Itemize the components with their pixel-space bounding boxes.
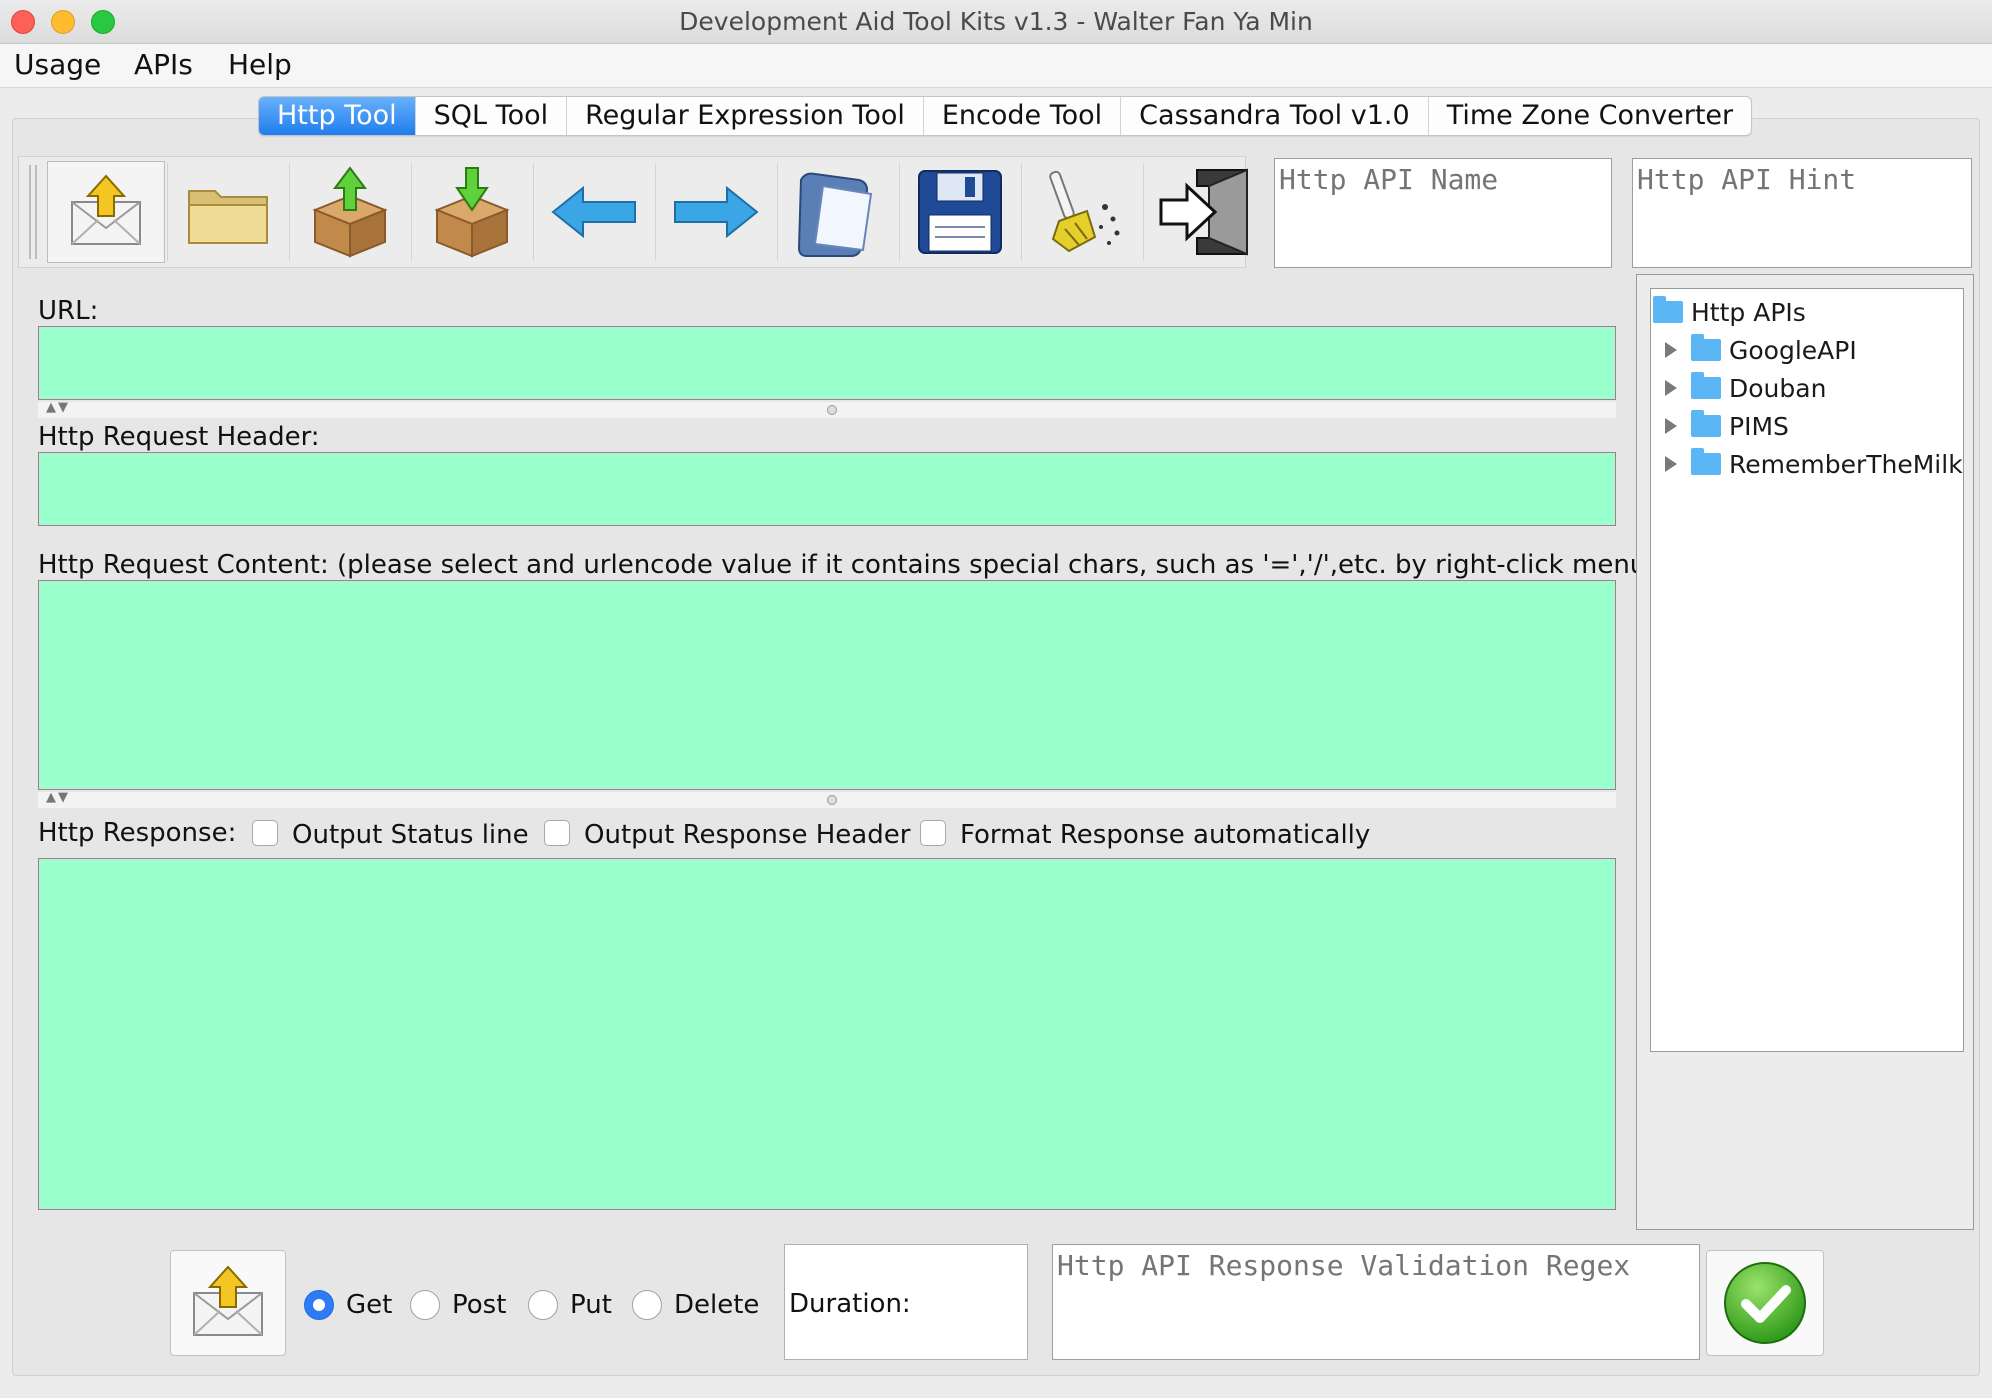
send-request-button[interactable] — [47, 161, 165, 263]
expand-triangle-icon[interactable] — [1665, 342, 1677, 358]
tab-encode-tool[interactable]: Encode Tool — [924, 97, 1122, 135]
expand-triangle-icon[interactable] — [1665, 456, 1677, 472]
method-delete-radio[interactable] — [632, 1290, 662, 1320]
download-box-icon — [434, 167, 510, 258]
send-button[interactable] — [170, 1250, 286, 1356]
format-response-label: Format Response automatically — [960, 820, 1371, 850]
method-post-label: Post — [452, 1290, 507, 1320]
request-header-input[interactable] — [38, 452, 1616, 526]
method-put-label: Put — [570, 1290, 612, 1320]
exit-door-icon — [1159, 168, 1248, 256]
open-folder-button[interactable] — [169, 161, 287, 263]
folder-icon — [1691, 448, 1721, 475]
menu-apis[interactable]: APIs — [134, 48, 193, 81]
folder-icon — [1691, 372, 1721, 399]
url-label: URL: — [38, 296, 99, 326]
back-button[interactable] — [535, 161, 653, 263]
forward-button[interactable] — [657, 161, 775, 263]
tab-regex-tool[interactable]: Regular Expression Tool — [567, 97, 924, 135]
response-label: Http Response: — [38, 818, 237, 848]
toolbar-grip[interactable] — [29, 165, 37, 259]
api-hint-input[interactable] — [1632, 158, 1972, 268]
validate-button[interactable] — [1706, 1250, 1824, 1356]
menu-help[interactable]: Help — [228, 48, 292, 81]
window-title: Development Aid Tool Kits v1.3 - Walter … — [679, 7, 1313, 36]
menu-bar: Usage APIs Help — [0, 44, 1992, 88]
send-mail-icon — [71, 174, 141, 245]
tree-item-pims[interactable]: PIMS — [1653, 407, 1963, 445]
check-icon — [1724, 1262, 1806, 1344]
request-content-input[interactable] — [38, 580, 1616, 790]
tree-item-label: Douban — [1729, 373, 1827, 403]
method-delete-label: Delete — [674, 1290, 760, 1320]
save-button[interactable] — [901, 161, 1019, 263]
tree-item-label: GoogleAPI — [1729, 335, 1857, 365]
validation-regex-input[interactable] — [1052, 1244, 1700, 1360]
tree-item-googleapi[interactable]: GoogleAPI — [1653, 331, 1963, 369]
save-disk-icon — [918, 170, 1002, 254]
output-status-line-checkbox[interactable] — [252, 820, 278, 846]
duration-box: Duration: — [784, 1244, 1028, 1360]
request-header-label: Http Request Header: — [38, 422, 320, 452]
method-post-radio[interactable] — [410, 1290, 440, 1320]
title-bar: Development Aid Tool Kits v1.3 - Walter … — [0, 0, 1992, 44]
method-get-radio[interactable] — [304, 1290, 334, 1320]
forward-arrow-icon — [674, 185, 759, 239]
tab-time-zone-converter[interactable]: Time Zone Converter — [1429, 97, 1751, 135]
folder-icon — [1691, 334, 1721, 361]
send-mail-icon — [193, 1265, 263, 1336]
open-file-icon — [797, 172, 873, 257]
folder-icon — [1653, 296, 1683, 323]
download-button[interactable] — [413, 161, 531, 263]
clean-broom-icon — [1049, 170, 1120, 253]
output-status-line-label: Output Status line — [292, 820, 529, 850]
tree-item-douban[interactable]: Douban — [1653, 369, 1963, 407]
content-splitter[interactable]: ▲▼ — [38, 790, 1616, 808]
tree-item-rememberthemilk[interactable]: RememberTheMilk — [1653, 445, 1963, 483]
back-arrow-icon — [551, 185, 636, 239]
tab-sql-tool[interactable]: SQL Tool — [416, 97, 568, 135]
expand-triangle-icon[interactable] — [1665, 380, 1677, 396]
url-splitter[interactable]: ▲▼ — [38, 400, 1616, 418]
tool-tabs: Http Tool SQL Tool Regular Expression To… — [258, 96, 1753, 136]
tree-item-label: PIMS — [1729, 411, 1789, 441]
request-content-label: Http Request Content: (please select and… — [38, 550, 1657, 580]
clear-button[interactable] — [1023, 161, 1141, 263]
api-tree[interactable]: Http APIs GoogleAPI Douban PIMS Remember… — [1650, 288, 1964, 1052]
api-name-input[interactable] — [1274, 158, 1612, 268]
open-file-button[interactable] — [779, 161, 897, 263]
duration-label: Duration: — [789, 1289, 911, 1319]
output-response-header-checkbox[interactable] — [544, 820, 570, 846]
toolbar — [18, 156, 1248, 268]
output-response-header-label: Output Response Header — [584, 820, 911, 850]
upload-box-icon — [312, 166, 388, 258]
open-folder-icon — [188, 190, 268, 244]
method-get-label: Get — [346, 1290, 393, 1320]
response-output[interactable] — [38, 858, 1616, 1210]
tree-root[interactable]: Http APIs — [1653, 293, 1963, 331]
upload-button[interactable] — [291, 161, 409, 263]
tab-cassandra-tool[interactable]: Cassandra Tool v1.0 — [1121, 97, 1429, 135]
exit-button[interactable] — [1145, 161, 1263, 263]
method-put-radio[interactable] — [528, 1290, 558, 1320]
expand-triangle-icon[interactable] — [1665, 418, 1677, 434]
url-input[interactable] — [38, 326, 1616, 400]
tree-root-label: Http APIs — [1691, 297, 1806, 327]
format-response-checkbox[interactable] — [920, 820, 946, 846]
tree-item-label: RememberTheMilk — [1729, 449, 1963, 479]
menu-usage[interactable]: Usage — [14, 48, 101, 81]
folder-icon — [1691, 410, 1721, 437]
tab-http-tool[interactable]: Http Tool — [259, 97, 416, 135]
